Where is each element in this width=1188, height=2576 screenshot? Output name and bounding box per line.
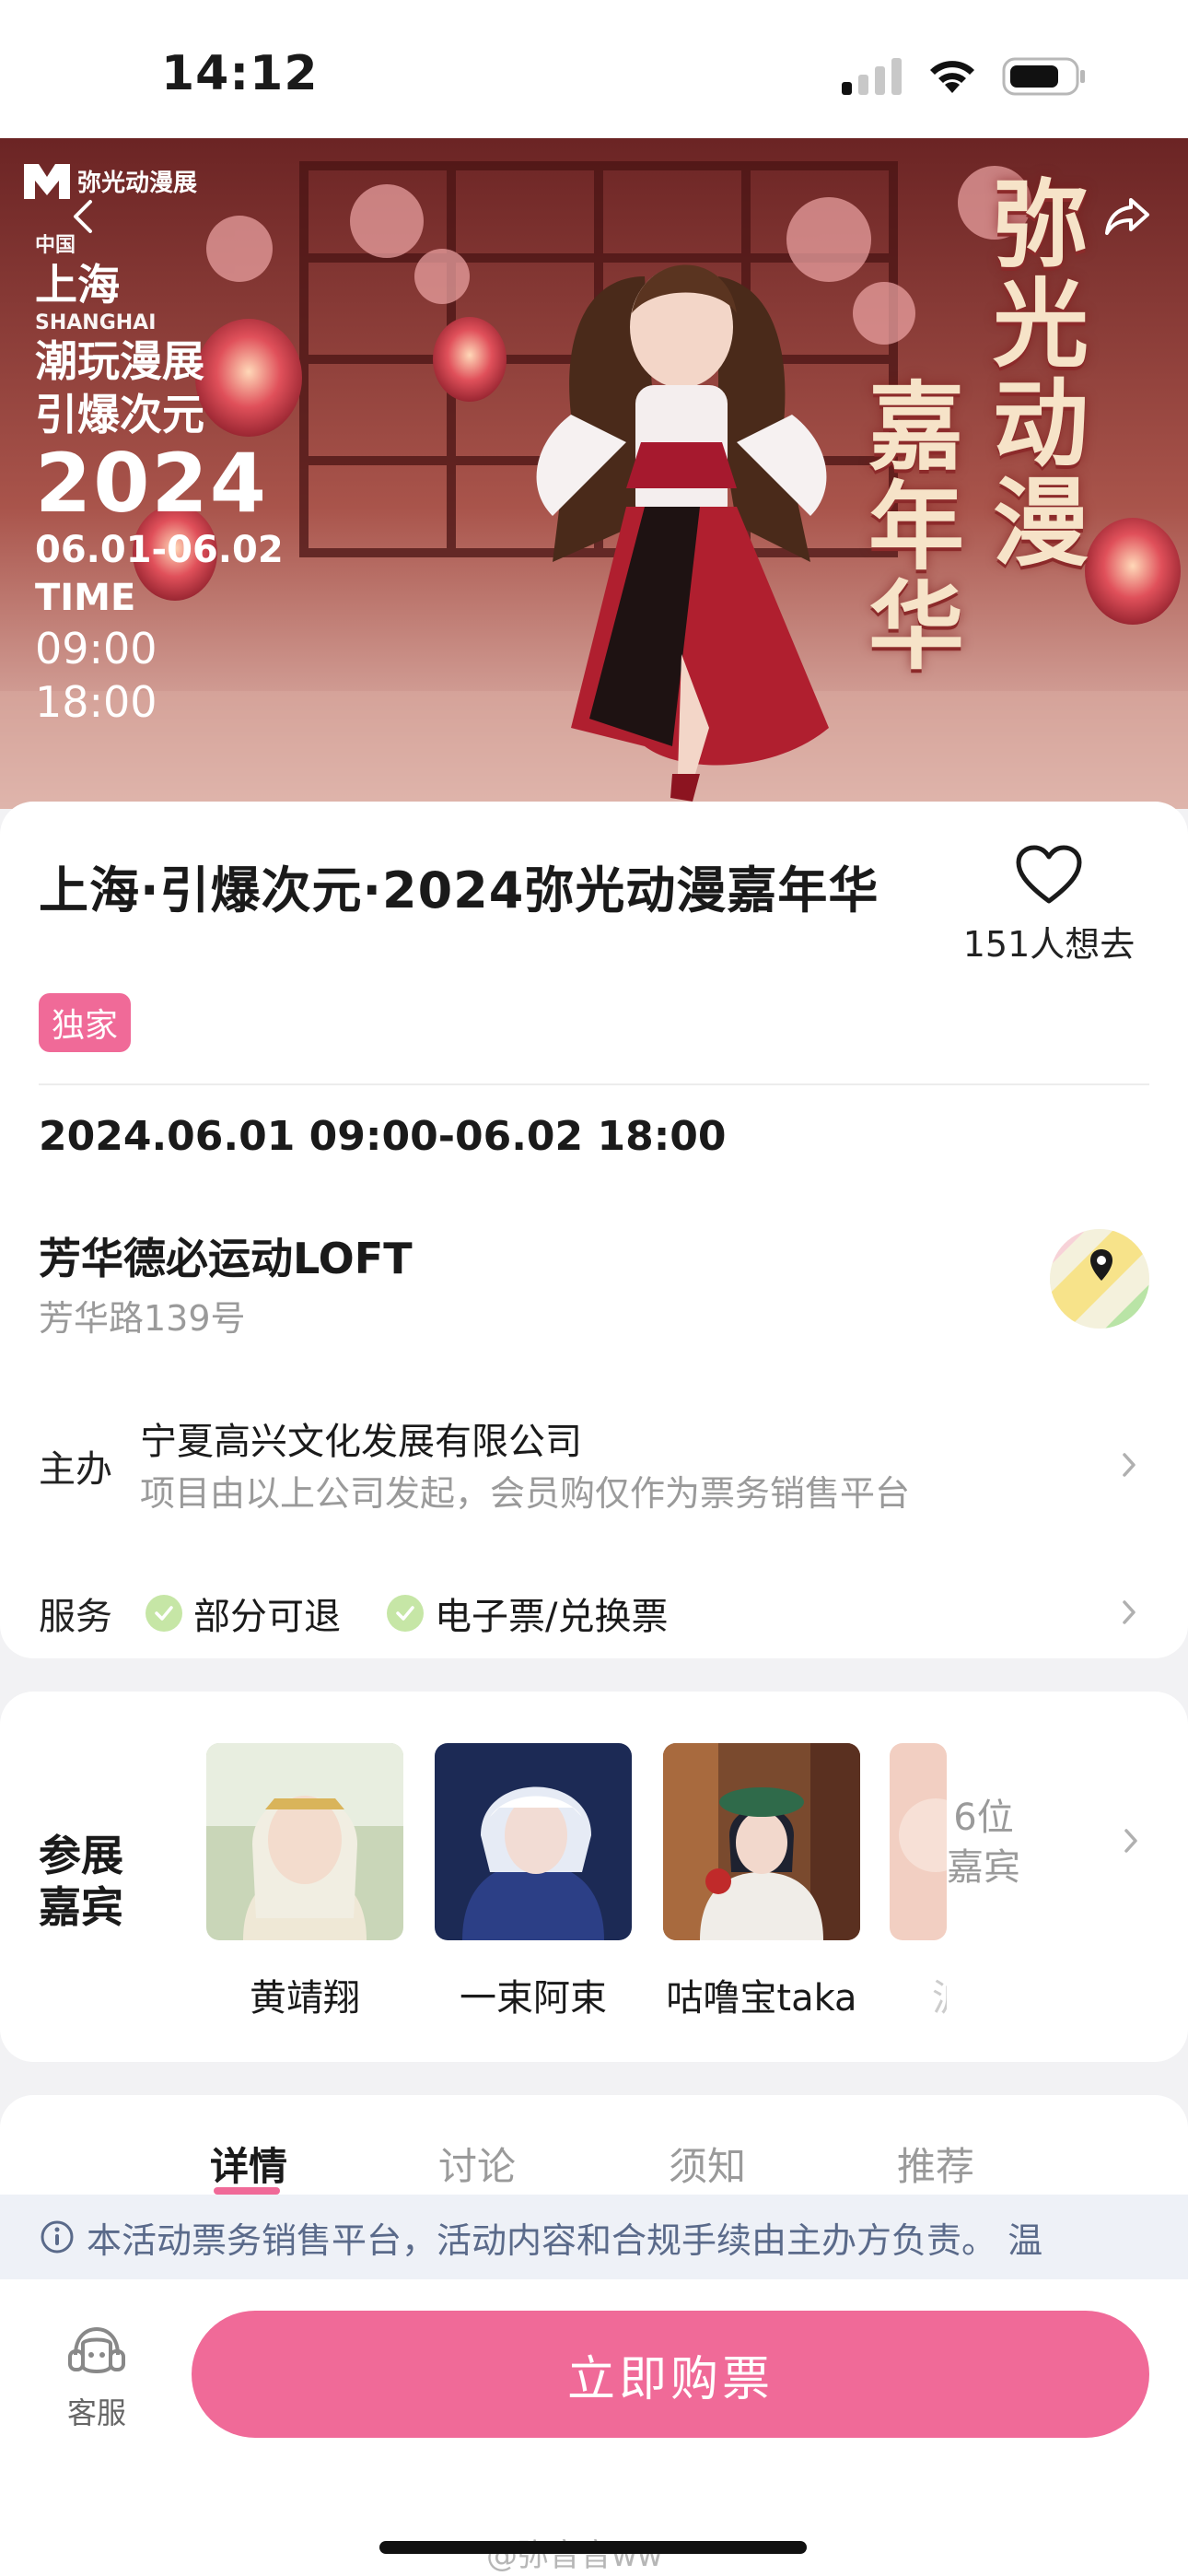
- hero-city: 上海: [35, 260, 120, 310]
- share-icon: [1105, 198, 1149, 235]
- service-item-eticket: 电子票/兑换票: [387, 1587, 668, 1640]
- guest-photo: [663, 1743, 860, 1940]
- service-item-refund: 部分可退: [146, 1587, 341, 1640]
- exclusive-badge: 独家: [39, 993, 132, 1052]
- map-button[interactable]: [1050, 1229, 1149, 1329]
- more-guests[interactable]: 6位 嘉宾: [947, 1793, 1020, 1892]
- event-title: 上海·引爆次元·2024弥光动漫嘉年华: [39, 861, 879, 919]
- venue-name[interactable]: 芳华德必运动LOFT: [39, 1225, 413, 1286]
- tab-details[interactable]: 详情: [210, 2136, 287, 2192]
- guests-title: 参展嘉宾: [39, 1831, 123, 1932]
- battery-icon: [1002, 57, 1085, 96]
- hero-time-start: 09:00: [35, 624, 157, 673]
- customer-service-label: 客服: [66, 2395, 126, 2430]
- hero-time-label: TIME: [35, 577, 136, 619]
- guest-photo: [435, 1743, 632, 1940]
- organizer-chevron-right-icon[interactable]: [1116, 1452, 1142, 1478]
- guest-card-partial[interactable]: 沪: [890, 1743, 947, 2021]
- hero-time-end: 18:00: [35, 677, 157, 727]
- guest-card[interactable]: 黄靖翔: [206, 1743, 403, 2021]
- guest-name: 黄靖翔: [250, 1977, 360, 2020]
- event-datetime: 2024.06.01 09:00-06.02 18:00: [39, 1113, 727, 1160]
- want-count: 151人想去: [962, 924, 1136, 965]
- status-bar: 14:12: [0, 0, 1188, 138]
- venue-address[interactable]: 芳华路139号: [39, 1290, 246, 1341]
- guest-photo: [890, 1743, 947, 1940]
- status-icons: [842, 57, 1087, 96]
- map-pin-icon: [1050, 1229, 1149, 1329]
- event-info-card: 上海·引爆次元·2024弥光动漫嘉年华 151人想去 独家 2024.06.01…: [0, 802, 1188, 1658]
- more-guests-count: 6位: [953, 1797, 1014, 1839]
- home-indicator[interactable]: [379, 2541, 807, 2554]
- hero-poster-text: 中国 上海 SHANGHAI 潮玩漫展 引爆次元 2024 06.01-06.0…: [35, 221, 284, 729]
- tab-notice[interactable]: 须知: [669, 2136, 746, 2192]
- more-guests-label: 嘉宾: [947, 1846, 1020, 1889]
- hero-country: 中国: [35, 234, 76, 257]
- divider: [39, 1083, 1149, 1085]
- share-button[interactable]: [1090, 180, 1164, 253]
- hero-line1: 潮玩漫展: [35, 336, 204, 386]
- guest-photo: [206, 1743, 403, 1940]
- service-label: 服务: [39, 1596, 112, 1638]
- status-time: 14:12: [161, 46, 319, 101]
- notice-text: 本活动票务销售平台，活动内容和合规手续由主办方负责。 温: [87, 2219, 1043, 2261]
- hero-city-en: SHANGHAI: [35, 311, 157, 334]
- organizer-label: 主办: [39, 1448, 112, 1491]
- notice-banner: 本活动票务销售平台，活动内容和合规手续由主办方负责。 温: [0, 2195, 1188, 2279]
- hero-line2: 引爆次元: [35, 390, 204, 439]
- buy-ticket-button[interactable]: 立即购票: [192, 2311, 1149, 2438]
- check-icon: [387, 1595, 424, 1632]
- service-refund-text: 部分可退: [193, 1596, 341, 1638]
- guest-card[interactable]: 咕噜宝taka: [663, 1743, 860, 2021]
- bottom-action-bar: 客服 立即购票 @弥音音ww: [0, 2279, 1188, 2576]
- customer-service-button[interactable]: 客服: [55, 2324, 138, 2432]
- tab-active-indicator: [214, 2187, 280, 2195]
- service-chevron-right-icon[interactable]: [1116, 1599, 1142, 1625]
- info-icon: [41, 2220, 74, 2254]
- heart-icon: [1016, 845, 1082, 904]
- customer-service-icon: [68, 2326, 125, 2373]
- guest-card[interactable]: 一束阿束: [435, 1743, 632, 2021]
- hero-year: 2024: [35, 436, 268, 531]
- signal-icon: [842, 58, 902, 95]
- hero-dates: 06.01-06.02: [35, 529, 284, 571]
- tab-discussion[interactable]: 讨论: [438, 2136, 516, 2192]
- tab-recommend[interactable]: 推荐: [897, 2136, 974, 2192]
- guests-card: 参展嘉宾 黄靖翔 一束阿束 咕噜宝taka 6位 嘉宾: [0, 1692, 1188, 2062]
- guest-name: 一束阿束: [460, 1977, 607, 2020]
- want-to-go-button[interactable]: 151人想去: [961, 844, 1136, 966]
- hero-banner[interactable]: 弥光动漫展 中国 上海 SHANGHAI 潮玩漫展 引爆次元 2024 06.0…: [0, 138, 1188, 809]
- check-icon: [146, 1595, 182, 1632]
- service-eticket-text: 电子票/兑换票: [435, 1596, 669, 1638]
- guest-name: 咕噜宝taka: [666, 1977, 857, 2020]
- guests-chevron-right-icon[interactable]: [1118, 1828, 1144, 1854]
- hero-vertical-title-left: 嘉年华: [868, 371, 964, 683]
- organizer-name[interactable]: 宁夏高兴文化发展有限公司: [140, 1411, 582, 1465]
- hero-vertical-title-right: 弥光动漫: [992, 169, 1089, 580]
- organizer-note: 项目由以上公司发起，会员购仅作为票务销售平台: [140, 1473, 911, 1514]
- guest-name: 沪: [890, 1968, 947, 2021]
- wifi-icon: [930, 61, 974, 93]
